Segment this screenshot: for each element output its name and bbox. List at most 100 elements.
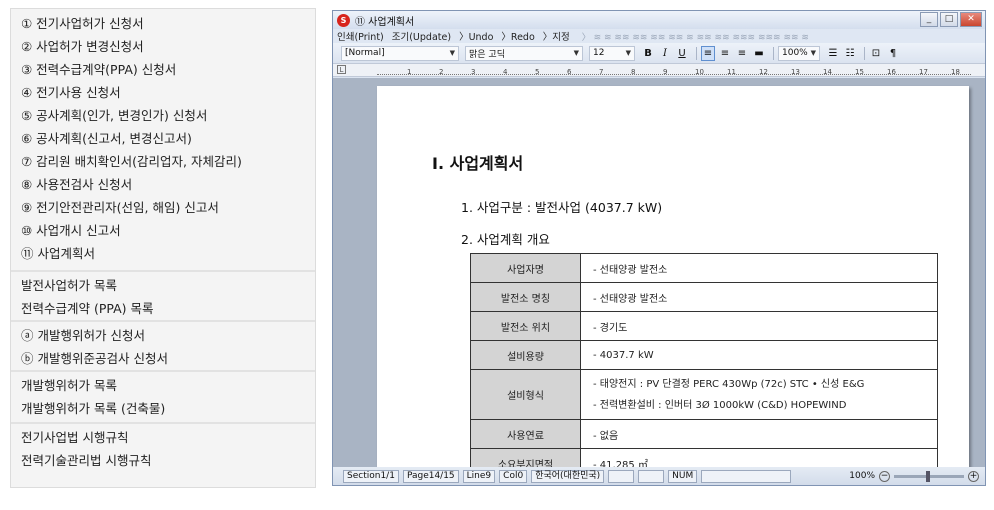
bold-button[interactable]: B xyxy=(641,46,655,61)
zoom-slider[interactable] xyxy=(894,470,964,482)
form-item-business-plan[interactable]: ⑪ 사업계획서 xyxy=(11,242,315,265)
status-column: Col0 xyxy=(499,469,528,483)
chevron-down-icon: ▼ xyxy=(810,49,816,57)
menu-update[interactable]: 조기(Update) xyxy=(392,29,451,43)
zoom-level: 100% xyxy=(849,471,875,481)
tab-stop-icon[interactable]: L xyxy=(337,65,346,74)
style-select[interactable]: [Normal] ▼ xyxy=(341,45,459,61)
close-button[interactable]: ✕ xyxy=(960,12,982,27)
menu-select[interactable]: 〉지정 xyxy=(543,29,570,43)
list-item-ppa[interactable]: 전력수급계약 (PPA) 목록 xyxy=(11,297,315,320)
table-row: 사업자명 - 선태양광 발전소 xyxy=(470,253,938,283)
table-value: - 선태양광 발전소 xyxy=(580,282,938,312)
underline-button[interactable]: U xyxy=(675,46,689,61)
ruler-number: 6 xyxy=(567,68,572,76)
align-right-icon[interactable]: ≡ xyxy=(735,46,749,61)
table-label: 사업자명 xyxy=(470,253,581,283)
form-item-pre-use-inspection[interactable]: ⑧ 사용전검사 신청서 xyxy=(11,173,315,196)
zoom-select-value: 100% xyxy=(782,48,808,58)
minimize-button[interactable]: _ xyxy=(920,12,938,27)
form-item-ppa-application[interactable]: ③ 전력수급계약(PPA) 신청서 xyxy=(11,58,315,81)
bullet-list-icon[interactable]: ☷ xyxy=(843,46,857,61)
zoom-slider-thumb[interactable] xyxy=(926,470,930,482)
form-item-development-completion[interactable]: ⓑ 개발행위준공검사 신청서 xyxy=(11,347,315,370)
align-justify-icon[interactable]: ▬ xyxy=(752,46,766,61)
status-line: Line9 xyxy=(462,469,496,483)
ruler-number: 13 xyxy=(791,68,800,76)
chevron-down-icon: ▼ xyxy=(625,49,631,57)
status-page: Page14/15 xyxy=(402,469,459,483)
business-overview-line: 2. 사업계획 개요 xyxy=(461,232,550,247)
italic-button[interactable]: I xyxy=(658,46,672,61)
chevron-down-icon: ▼ xyxy=(573,49,579,57)
paragraph-mark-icon[interactable]: ¶ xyxy=(886,46,900,61)
form-item-development-permit[interactable]: ⓐ 개발행위허가 신청서 xyxy=(11,324,315,347)
form-item-electricity-use[interactable]: ④ 전기사용 신청서 xyxy=(11,81,315,104)
table-label: 발전소 위치 xyxy=(470,311,581,341)
regulations-group: 전기사업법 시행규칙 전력기술관리법 시행규칙 xyxy=(11,424,315,476)
chevron-down-icon: ▼ xyxy=(449,49,455,57)
status-bar: Section1/1 Page14/15 Line9 Col0 한국어(대한민국… xyxy=(333,467,985,485)
form-item-business-start[interactable]: ⑩ 사업개시 신고서 xyxy=(11,219,315,242)
horizontal-ruler[interactable]: L 1 2 3 4 5 6 7 8 9 10 11 12 13 14 15 16… xyxy=(333,63,985,77)
business-type-line: 1. 사업구분 : 발전사업 (4037.7 kW) xyxy=(461,200,663,215)
permit-forms-group: ① 전기사업허가 신청서 ② 사업허가 변경신청서 ③ 전력수급계약(PPA) … xyxy=(11,9,315,272)
document-heading: Ⅰ. 사업계획서 xyxy=(432,154,524,173)
formatting-toolbar: [Normal] ▼ 맑은 고딕 ▼ 12 ▼ B I U ≡ ≡ ≡ ▬ 10… xyxy=(333,43,985,63)
zoom-select[interactable]: 100% ▼ xyxy=(778,45,820,61)
title-bar[interactable]: S ⑪ 사업계획서 _ □ ✕ xyxy=(333,11,985,29)
window-title: ⑪ 사업계획서 xyxy=(355,16,415,28)
form-item-safety-manager[interactable]: ⑨ 전기안전관리자(선임, 해임) 신고서 xyxy=(11,196,315,219)
zoom-out-button[interactable]: − xyxy=(879,470,890,482)
development-lists-group: 개발행위허가 목록 개발행위허가 목록 (건축물) xyxy=(11,372,315,424)
table-row: 발전소 위치 - 경기도 xyxy=(470,311,938,341)
rule-item-power-tech-act[interactable]: 전력기술관리법 시행규칙 xyxy=(11,449,315,472)
form-item-construction-plan-approval[interactable]: ⑤ 공사계획(인가, 변경인가) 신청서 xyxy=(11,104,315,127)
table-label: 사용연료 xyxy=(470,419,581,449)
ruler-track: 1 2 3 4 5 6 7 8 9 10 11 12 13 14 15 16 1… xyxy=(377,68,971,76)
form-item-electric-business-permit[interactable]: ① 전기사업허가 신청서 xyxy=(11,12,315,35)
form-item-supervisor-assignment[interactable]: ⑦ 감리원 배치확인서(감리업자, 자체감리) xyxy=(11,150,315,173)
ruler-number: 14 xyxy=(823,68,832,76)
ruler-number: 15 xyxy=(855,68,864,76)
rule-item-electric-business-act[interactable]: 전기사업법 시행규칙 xyxy=(11,426,315,449)
ruler-number: 9 xyxy=(663,68,668,76)
document-page[interactable]: Ⅰ. 사업계획서 1. 사업구분 : 발전사업 (4037.7 kW) 2. 사… xyxy=(377,86,969,468)
toolbar-separator xyxy=(864,46,865,60)
font-size-select[interactable]: 12 ▼ xyxy=(589,45,635,61)
menu-undo[interactable]: 〉Undo xyxy=(459,29,493,43)
align-center-icon[interactable]: ≡ xyxy=(718,46,732,61)
document-editor-window: S ⑪ 사업계획서 _ □ ✕ 인쇄(Print) 조기(Update) 〉Un… xyxy=(332,10,986,486)
status-section: Section1/1 xyxy=(343,469,399,483)
document-scroll-area[interactable]: Ⅰ. 사업계획서 1. 사업구분 : 발전사업 (4037.7 kW) 2. 사… xyxy=(333,78,985,468)
align-left-icon[interactable]: ≡ xyxy=(701,45,715,61)
table-row: 설비형식 - 태양전지 : PV 단결정 PERC 430Wp (72c) ST… xyxy=(470,369,938,420)
zoom-in-button[interactable]: + xyxy=(968,470,979,482)
business-info-table: 사업자명 - 선태양광 발전소 발전소 명칭 - 선태양광 발전소 발전소 위치… xyxy=(470,253,938,468)
maximize-button[interactable]: □ xyxy=(940,12,958,27)
list-item-development-permit[interactable]: 개발행위허가 목록 xyxy=(11,374,315,397)
font-select-value: 맑은 고딕 xyxy=(469,49,505,60)
menu-redo[interactable]: 〉Redo xyxy=(501,29,534,43)
ruler-number: 12 xyxy=(759,68,768,76)
table-row: 설비용량 - 4037.7 kW xyxy=(470,340,938,370)
font-select[interactable]: 맑은 고딕 ▼ xyxy=(465,45,583,61)
table-value-line: - 전력변환설비 : 인버터 3Ø 1000kW (C&D) HOPEWIND xyxy=(593,399,847,411)
status-empty-cell xyxy=(701,469,792,483)
status-empty-cell xyxy=(608,469,635,483)
numbered-list-icon[interactable]: ☰ xyxy=(826,46,840,61)
indent-icon[interactable]: ⊡ xyxy=(869,46,883,61)
development-forms-group: ⓐ 개발행위허가 신청서 ⓑ 개발행위준공검사 신청서 xyxy=(11,322,315,372)
menu-print[interactable]: 인쇄(Print) xyxy=(337,29,384,43)
list-item-development-permit-building[interactable]: 개발행위허가 목록 (건축물) xyxy=(11,397,315,420)
status-numlock: NUM xyxy=(668,469,698,483)
form-item-construction-plan-report[interactable]: ⑥ 공사계획(신고서, 변경신고서) xyxy=(11,127,315,150)
table-value: - 선태양광 발전소 xyxy=(580,253,938,283)
ruler-number: 1 xyxy=(407,68,412,76)
table-value: - 41,285 ㎡ xyxy=(580,448,938,468)
table-row: 발전소 명칭 - 선태양광 발전소 xyxy=(470,282,938,312)
list-item-generation-permit[interactable]: 발전사업허가 목록 xyxy=(11,274,315,297)
form-item-permit-change[interactable]: ② 사업허가 변경신청서 xyxy=(11,35,315,58)
zoom-control: 100% − + xyxy=(849,470,979,482)
toolbar-separator xyxy=(773,46,774,60)
